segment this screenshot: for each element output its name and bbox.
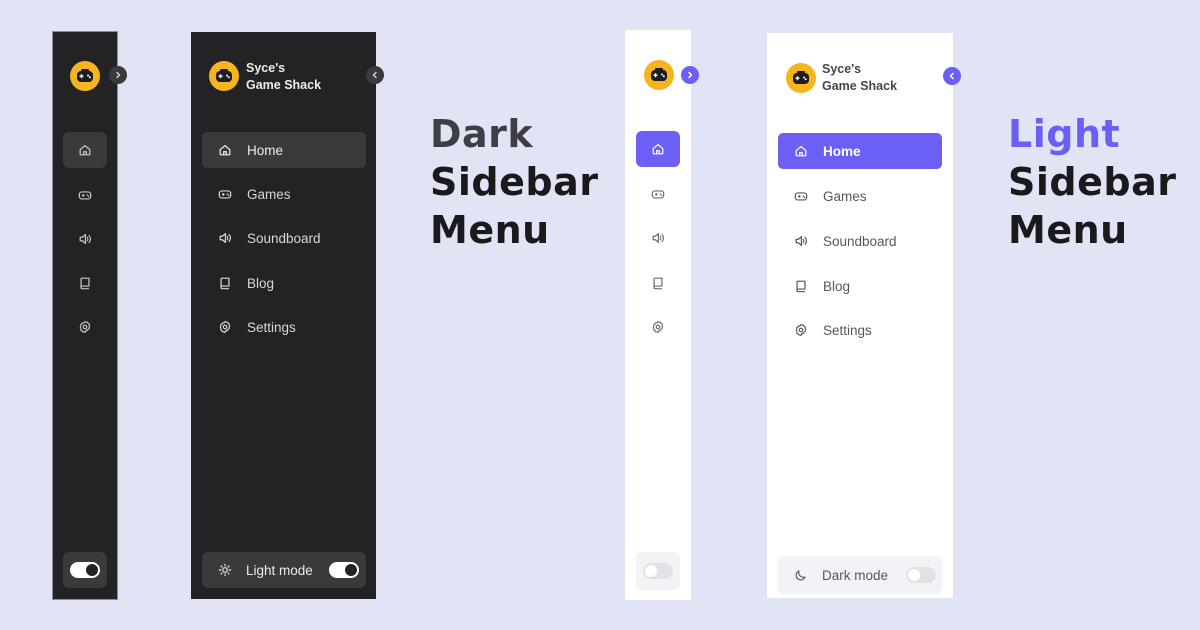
- menu-label: Home: [823, 143, 861, 159]
- brand-avatar: [644, 60, 674, 90]
- book-icon: [651, 276, 665, 290]
- chevron-right-icon: [685, 70, 695, 80]
- book-icon: [78, 276, 92, 290]
- brand-avatar: [786, 63, 816, 93]
- theme-switch[interactable]: [906, 567, 936, 583]
- menu-label: Blog: [823, 278, 851, 294]
- theme-switch[interactable]: [643, 563, 673, 579]
- gamepad-logo-icon: [214, 66, 234, 86]
- mode-toggle-box: Dark mode: [778, 556, 942, 594]
- speaker-icon: [78, 232, 92, 246]
- collapse-button[interactable]: [366, 66, 384, 84]
- mode-toggle-box: Light mode: [202, 552, 366, 588]
- chevron-left-icon: [947, 71, 957, 81]
- expand-button[interactable]: [109, 66, 127, 84]
- light-caption: Light Sidebar Menu: [1008, 110, 1176, 254]
- mini-item-soundboard[interactable]: [63, 221, 107, 257]
- menu-label: Soundboard: [823, 233, 897, 249]
- mini-item-home[interactable]: [63, 132, 107, 168]
- theme-switch[interactable]: [70, 562, 100, 578]
- menu-item-soundboard[interactable]: Soundboard: [202, 220, 366, 256]
- menu-label: Soundboard: [247, 230, 321, 246]
- menu-label: Settings: [823, 322, 872, 338]
- gamepad-logo-icon: [791, 68, 811, 88]
- menu-label: Games: [247, 186, 291, 202]
- gamepad-icon: [651, 187, 665, 201]
- menu-item-soundboard[interactable]: Soundboard: [778, 223, 942, 259]
- gamepad-icon: [78, 188, 92, 202]
- menu-label: Home: [247, 142, 284, 158]
- expand-button[interactable]: [681, 66, 699, 84]
- speaker-icon: [794, 234, 808, 248]
- sun-icon: [218, 563, 232, 577]
- dark-collapsed-sidebar: [52, 31, 127, 600]
- menu-label: Games: [823, 188, 867, 204]
- mode-toggle-box: [63, 552, 107, 588]
- mini-item-games[interactable]: [636, 176, 680, 212]
- mini-item-games[interactable]: [63, 177, 107, 213]
- brand-line1: Syce's: [822, 62, 862, 76]
- mini-item-settings[interactable]: [63, 309, 107, 345]
- theme-switch[interactable]: [329, 562, 359, 578]
- gear-icon: [78, 320, 92, 334]
- caption-line2: Sidebar: [1008, 160, 1177, 204]
- mini-item-home[interactable]: [636, 131, 680, 167]
- caption-line1: Dark: [430, 112, 534, 156]
- caption-line2: Sidebar: [430, 160, 599, 204]
- mini-item-soundboard[interactable]: [636, 220, 680, 256]
- gamepad-logo-icon: [75, 66, 95, 86]
- moon-icon: [794, 568, 808, 582]
- caption-line3: Menu: [1008, 208, 1128, 252]
- caption-line1: Light: [1008, 112, 1121, 156]
- brand-avatar: [70, 61, 100, 91]
- menu-label: Blog: [247, 275, 275, 291]
- gamepad-logo-icon: [649, 65, 669, 85]
- speaker-icon: [218, 231, 232, 245]
- gamepad-icon: [218, 187, 232, 201]
- mini-item-blog[interactable]: [636, 265, 680, 301]
- chevron-left-icon: [370, 70, 380, 80]
- mode-label: Light mode: [246, 562, 313, 578]
- gear-icon: [651, 320, 665, 334]
- brand-name: Syce's Game Shack: [822, 61, 897, 95]
- caption-line3: Menu: [430, 208, 550, 252]
- menu-item-games[interactable]: Games: [202, 176, 366, 212]
- menu-item-settings[interactable]: Settings: [202, 309, 366, 345]
- menu-label: Settings: [247, 319, 296, 335]
- menu-item-games[interactable]: Games: [778, 178, 942, 214]
- brand-name: Syce's Game Shack: [246, 60, 321, 94]
- home-icon: [651, 142, 665, 156]
- brand-line1: Syce's: [246, 61, 286, 75]
- light-collapsed-sidebar: [625, 30, 699, 600]
- dark-caption: Dark Sidebar Menu: [430, 110, 598, 254]
- dark-expanded-sidebar: Syce's Game Shack Home Games Soundboard …: [191, 32, 384, 599]
- home-icon: [218, 143, 232, 157]
- menu-item-home[interactable]: Home: [202, 132, 366, 168]
- menu-item-settings[interactable]: Settings: [778, 312, 942, 348]
- gear-icon: [794, 323, 808, 337]
- brand-line2: Game Shack: [246, 78, 322, 92]
- menu-item-blog[interactable]: Blog: [202, 265, 366, 301]
- collapse-button[interactable]: [943, 67, 961, 85]
- mini-item-blog[interactable]: [63, 265, 107, 301]
- home-icon: [794, 144, 808, 158]
- book-icon: [218, 276, 232, 290]
- brand-line2: Game Shack: [822, 79, 898, 93]
- menu-item-home[interactable]: Home: [778, 133, 942, 169]
- mini-item-settings[interactable]: [636, 309, 680, 345]
- chevron-right-icon: [113, 70, 123, 80]
- gamepad-icon: [794, 189, 808, 203]
- book-icon: [794, 279, 808, 293]
- brand-avatar: [209, 61, 239, 91]
- mode-label: Dark mode: [822, 567, 889, 583]
- light-expanded-sidebar: Syce's Game Shack Home Games Soundboard …: [767, 33, 961, 598]
- mode-toggle-box: [636, 552, 680, 590]
- speaker-icon: [651, 231, 665, 245]
- menu-item-blog[interactable]: Blog: [778, 268, 942, 304]
- gear-icon: [218, 320, 232, 334]
- home-icon: [78, 143, 92, 157]
